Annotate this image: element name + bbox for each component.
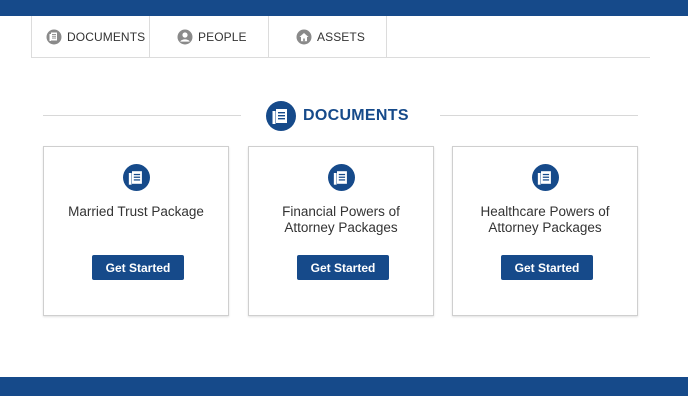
page-title: DOCUMENTS (303, 107, 409, 124)
card-title: Married Trust Package (68, 204, 204, 219)
card-title: Financial Powers of Attorney Packages (282, 204, 400, 235)
footer-banner (0, 377, 688, 396)
divider-left (43, 115, 241, 116)
category-tabs: DOCUMENTS PEOPLE ASSETS (31, 16, 650, 58)
section-title: DOCUMENTS (266, 100, 409, 132)
tab-assets[interactable]: ASSETS (268, 16, 387, 58)
section-header: DOCUMENTS (43, 100, 638, 132)
assets-icon (296, 29, 312, 45)
package-card: Healthcare Powers of Attorney Packages G… (452, 146, 638, 316)
card-title: Healthcare Powers of Attorney Packages (480, 204, 610, 235)
get-started-button[interactable]: Get Started (92, 255, 184, 280)
get-started-button[interactable]: Get Started (297, 255, 389, 280)
document-icon (123, 164, 150, 191)
package-card: Financial Powers of Attorney Packages Ge… (248, 146, 434, 316)
document-icon (532, 164, 559, 191)
tab-people[interactable]: PEOPLE (149, 16, 268, 58)
get-started-button[interactable]: Get Started (501, 255, 593, 280)
document-icon (328, 164, 355, 191)
tab-label: PEOPLE (198, 30, 247, 44)
package-card: Married Trust Package Get Started (43, 146, 229, 316)
tab-label: ASSETS (317, 30, 365, 44)
top-banner (0, 0, 688, 16)
tab-documents[interactable]: DOCUMENTS (31, 16, 149, 58)
document-icon (46, 29, 62, 45)
document-icon (266, 101, 296, 131)
divider-right (440, 115, 638, 116)
people-icon (177, 29, 193, 45)
tab-label: DOCUMENTS (67, 30, 146, 44)
